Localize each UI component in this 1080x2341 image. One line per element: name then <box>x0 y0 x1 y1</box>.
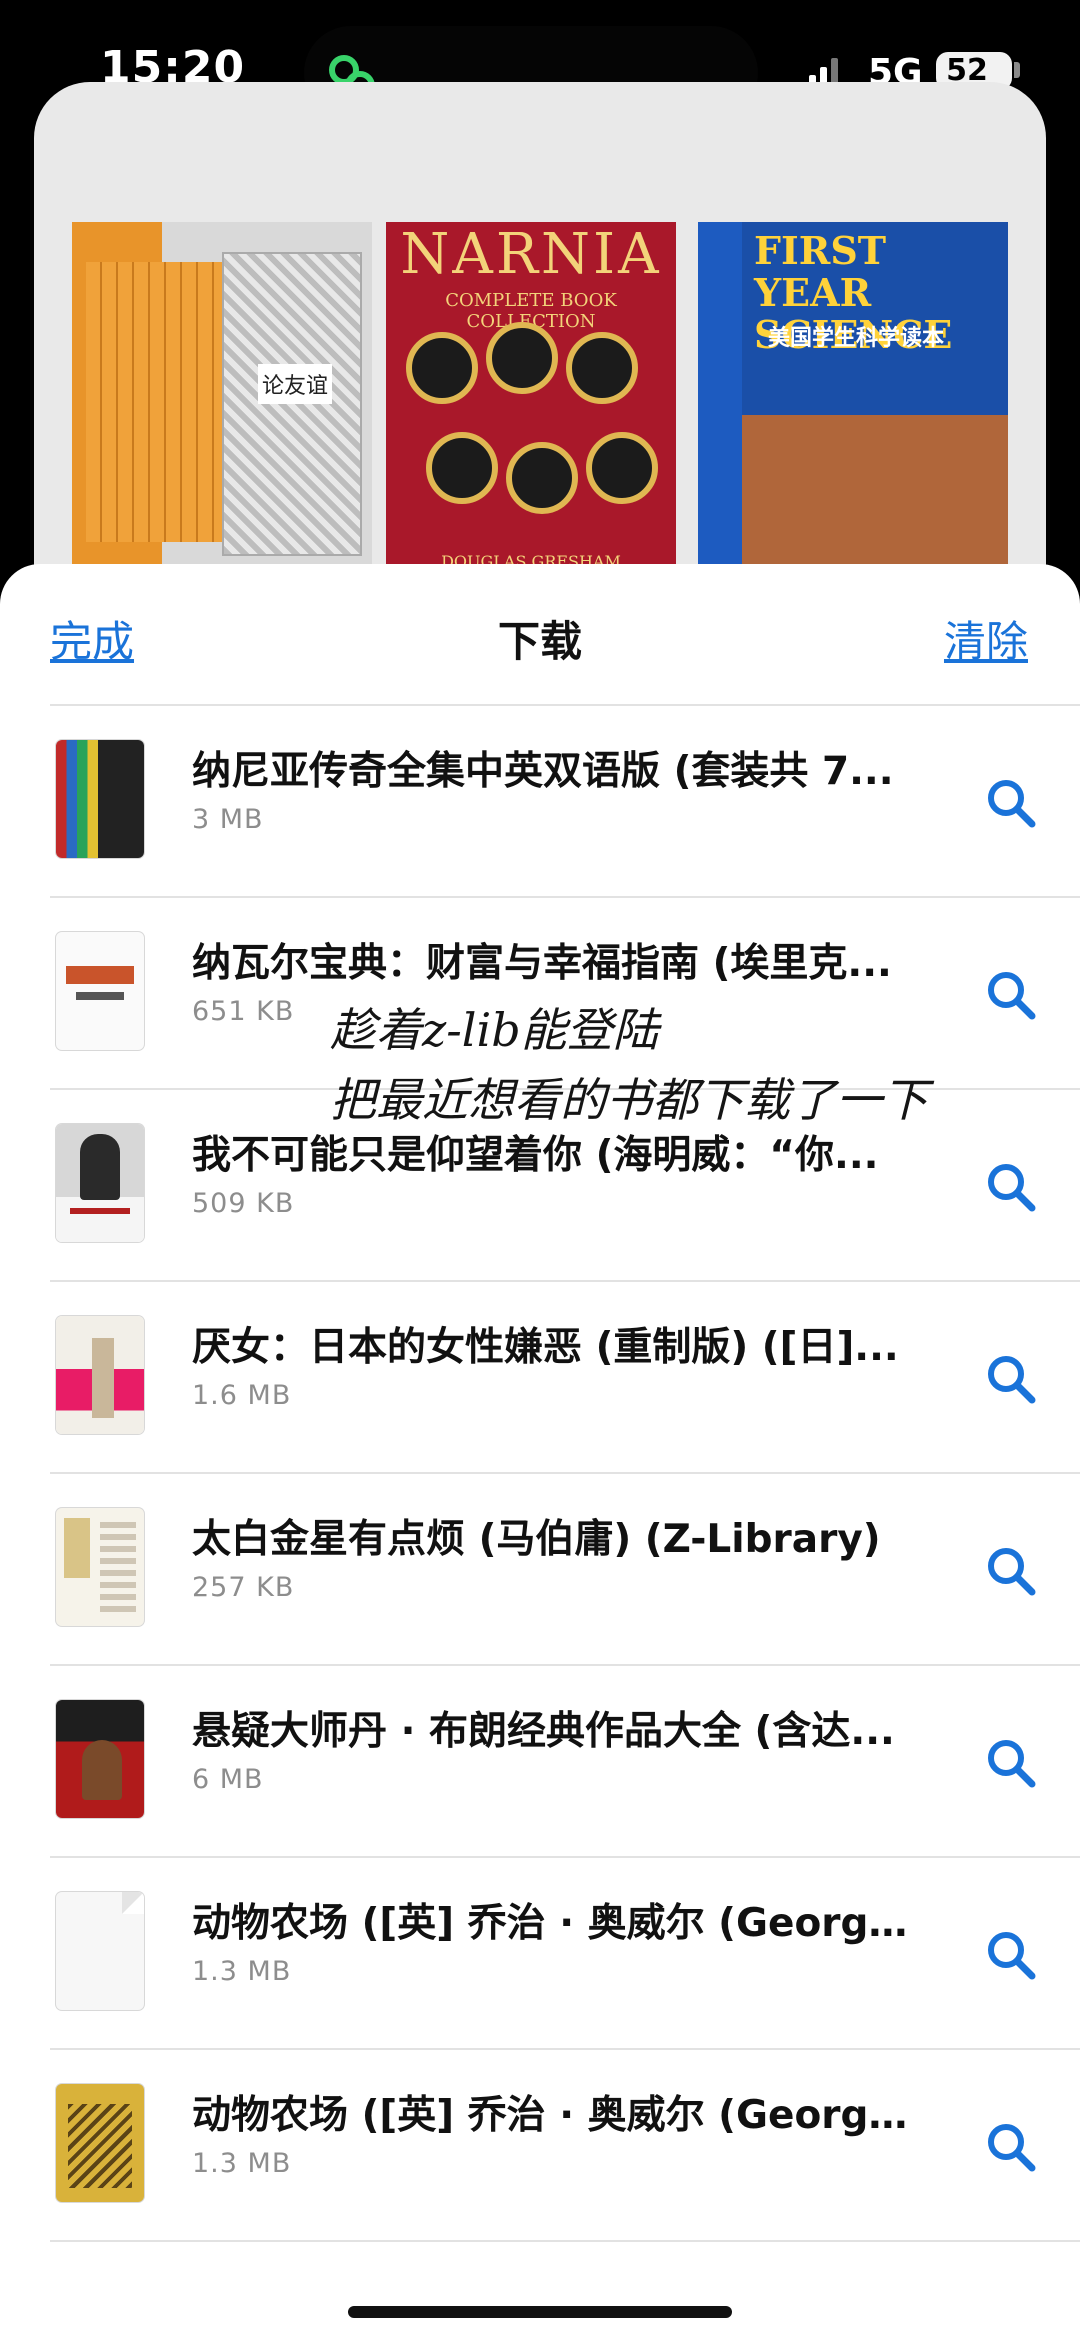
home-indicator[interactable] <box>348 2306 732 2318</box>
search-icon[interactable] <box>984 968 1038 1022</box>
download-size: 3 MB <box>192 804 264 835</box>
book-thumbnail <box>56 932 144 1050</box>
narnia-title: NARNIA <box>400 222 662 287</box>
download-row[interactable]: 悬疑大师丹 · 布朗经典作品大全 (含达... 6 MB <box>0 1664 1080 1856</box>
book-thumbnail <box>56 1124 144 1242</box>
handwritten-note-line2: 把最近想看的书都下载了一下 <box>330 1073 928 1127</box>
narnia-medallion <box>566 332 638 404</box>
download-title: 纳尼亚传奇全集中英双语版 (套装共 7... <box>192 749 894 794</box>
book-thumbnail <box>56 1700 144 1818</box>
download-row[interactable]: 纳尼亚传奇全集中英双语版 (套装共 7... 3 MB <box>0 704 1080 896</box>
download-size: 509 KB <box>192 1188 295 1219</box>
narnia-medallion <box>426 432 498 504</box>
download-row[interactable]: 动物农场 ([英] 乔治 · 奥威尔 (George... 1.3 MB <box>0 2048 1080 2240</box>
download-title: 动物农场 ([英] 乔治 · 奥威尔 (George... <box>192 1901 922 1946</box>
search-icon[interactable] <box>984 1352 1038 1406</box>
divider <box>50 2240 1080 2242</box>
sheet-title: 下载 <box>497 617 582 666</box>
narnia-medallion <box>406 332 478 404</box>
book-thumbnail <box>56 1316 144 1434</box>
download-size: 1.6 MB <box>192 1380 292 1411</box>
download-size: 651 KB <box>192 996 295 1027</box>
download-title: 悬疑大师丹 · 布朗经典作品大全 (含达... <box>192 1709 895 1754</box>
narnia-medallion <box>586 432 658 504</box>
file-placeholder-icon <box>56 1892 144 2010</box>
book-thumbnail <box>56 740 144 858</box>
handwritten-note-line1: 趁着z-lib能登陆 <box>330 1003 659 1057</box>
search-icon[interactable] <box>984 1736 1038 1790</box>
book-thumbnail <box>56 2084 144 2202</box>
downloads-sheet: 完成 下载 清除 纳尼亚传奇全集中英双语版 (套装共 7... 3 MB 纳瓦尔… <box>0 564 1080 2341</box>
book-thumbnail <box>56 1508 144 1626</box>
science-subtitle: 美国学生科学读本 <box>768 326 945 351</box>
battery-tip <box>1014 62 1020 78</box>
download-size: 1.3 MB <box>192 2148 292 2179</box>
book-front: 论友谊 <box>222 252 362 556</box>
download-size: 6 MB <box>192 1764 264 1795</box>
clear-button[interactable]: 清除 <box>944 608 1028 669</box>
download-size: 257 KB <box>192 1572 295 1603</box>
book-spines <box>86 262 226 542</box>
download-title: 太白金星有点烦 (马伯庸) (Z-Library) <box>192 1517 881 1562</box>
search-icon[interactable] <box>984 1160 1038 1214</box>
download-row[interactable]: 动物农场 ([英] 乔治 · 奥威尔 (George... 1.3 MB <box>0 1856 1080 2048</box>
download-title: 纳瓦尔宝典：财富与幸福指南 (埃里克... <box>192 941 892 986</box>
download-title: 厌女：日本的女性嫌恶 (重制版) ([日]... <box>192 1325 899 1370</box>
download-row[interactable]: 厌女：日本的女性嫌恶 (重制版) ([日]... 1.6 MB <box>0 1280 1080 1472</box>
search-icon[interactable] <box>984 1928 1038 1982</box>
narnia-medallion <box>486 322 558 394</box>
search-icon[interactable] <box>984 1544 1038 1598</box>
book-cover-label: 论友谊 <box>258 364 333 404</box>
download-title: 我不可能只是仰望着你 (海明威：“你... <box>192 1133 879 1178</box>
search-icon[interactable] <box>984 2120 1038 2174</box>
sheet-nav-bar: 完成 下载 清除 <box>0 564 1080 704</box>
narnia-medallion <box>506 442 578 514</box>
download-row[interactable]: 太白金星有点烦 (马伯庸) (Z-Library) 257 KB <box>0 1472 1080 1664</box>
search-icon[interactable] <box>984 776 1038 830</box>
download-size: 1.3 MB <box>192 1956 292 1987</box>
download-title: 动物农场 ([英] 乔治 · 奥威尔 (George... <box>192 2093 922 2138</box>
